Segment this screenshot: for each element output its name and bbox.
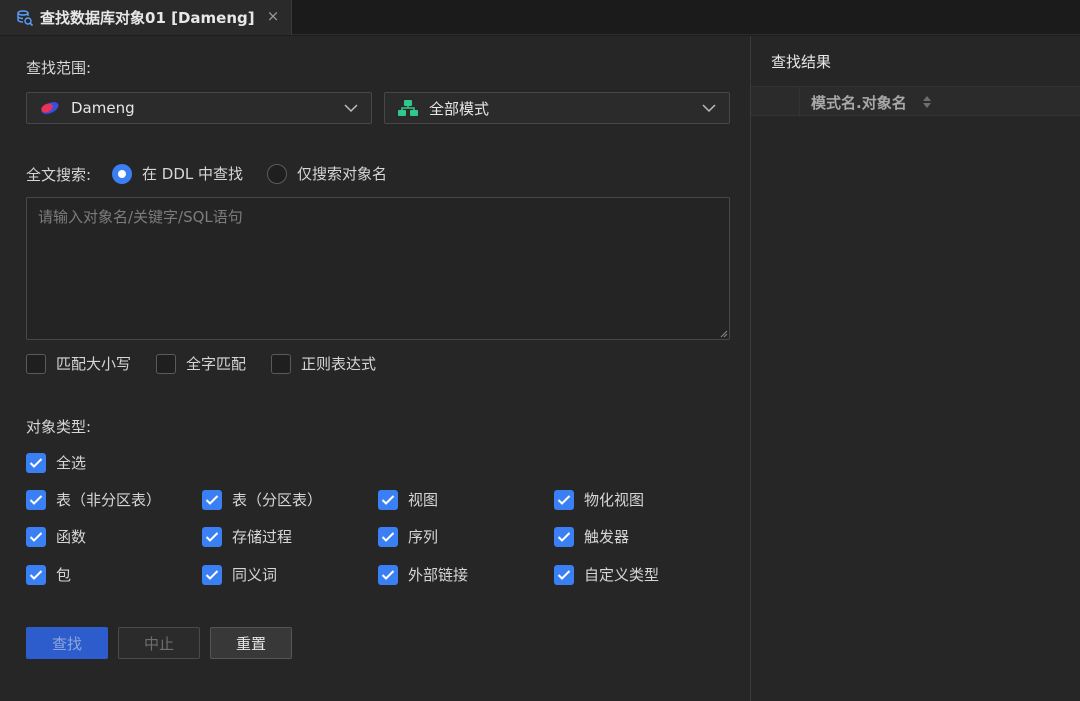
results-table-header: 模式名.对象名	[751, 86, 1080, 117]
datasource-value: Dameng	[71, 99, 135, 117]
checkbox-regex[interactable]: 正则表达式	[271, 353, 376, 374]
chevron-down-icon	[344, 104, 358, 113]
checkbox-external-link[interactable]: 外部链接	[378, 564, 468, 585]
checkbox-procedure[interactable]: 存储过程	[202, 526, 292, 547]
check-icon	[29, 457, 43, 468]
reset-button[interactable]: 重置	[210, 627, 292, 659]
datasource-select[interactable]: Dameng	[26, 92, 372, 124]
check-icon	[205, 494, 219, 505]
column-header-schema-object[interactable]: 模式名.对象名	[811, 92, 907, 113]
radio-label: 仅搜索对象名	[297, 165, 388, 183]
tab-find-db-objects[interactable]: 查找数据库对象01 [Dameng] ×	[0, 0, 292, 35]
check-icon	[557, 569, 571, 580]
checkbox-indicator[interactable]	[554, 564, 574, 585]
radio-object-name-only[interactable]: 仅搜索对象名	[267, 163, 387, 184]
dameng-logo-icon	[41, 102, 59, 114]
column-divider[interactable]	[799, 87, 800, 117]
checkbox-select-all[interactable]: 全选	[26, 452, 86, 473]
checkbox-indicator[interactable]	[202, 564, 222, 585]
search-query-input[interactable]	[26, 197, 730, 340]
checkbox-indicator[interactable]	[378, 564, 398, 585]
check-icon	[381, 569, 395, 580]
checkbox-indicator[interactable]	[378, 489, 398, 510]
checkbox-label: 同义词	[232, 566, 278, 584]
resize-grip-icon[interactable]	[718, 328, 728, 338]
checkbox-label: 函数	[56, 528, 87, 546]
checkbox-label: 物化视图	[584, 491, 645, 509]
checkbox-indicator[interactable]	[554, 489, 574, 510]
tab-bar: 查找数据库对象01 [Dameng] ×	[0, 0, 1080, 35]
schema-tree-icon	[398, 100, 418, 116]
checkbox-indicator[interactable]	[554, 526, 574, 547]
check-icon	[557, 494, 571, 505]
radio-label: 在 DDL 中查找	[142, 165, 243, 183]
radio-indicator[interactable]	[112, 163, 132, 184]
object-types-label: 对象类型:	[26, 418, 92, 436]
checkbox-label: 包	[56, 566, 72, 584]
checkbox-view[interactable]: 视图	[378, 489, 438, 510]
stop-button[interactable]: 中止	[118, 627, 200, 659]
checkbox-label: 表（非分区表）	[56, 491, 162, 509]
checkbox-indicator[interactable]	[156, 353, 176, 374]
checkbox-package[interactable]: 包	[26, 564, 71, 585]
check-icon	[205, 531, 219, 542]
check-icon	[381, 494, 395, 505]
checkbox-label: 全选	[56, 454, 87, 472]
checkbox-indicator[interactable]	[26, 526, 46, 547]
fulltext-label: 全文搜索:	[26, 166, 92, 184]
checkbox-table-nonpartitioned[interactable]: 表（非分区表）	[26, 489, 161, 510]
checkbox-table-partitioned[interactable]: 表（分区表）	[202, 489, 322, 510]
checkbox-trigger[interactable]: 触发器	[554, 526, 629, 547]
checkbox-indicator[interactable]	[202, 526, 222, 547]
checkbox-whole-word[interactable]: 全字匹配	[156, 353, 246, 374]
schema-select[interactable]: 全部模式	[384, 92, 730, 124]
checkbox-indicator[interactable]	[202, 489, 222, 510]
check-icon	[29, 494, 43, 505]
checkbox-label: 自定义类型	[584, 566, 660, 584]
close-icon[interactable]: ×	[265, 8, 281, 24]
schema-value: 全部模式	[429, 99, 490, 118]
checkbox-label: 视图	[408, 491, 439, 509]
checkbox-materialized-view[interactable]: 物化视图	[554, 489, 644, 510]
checkbox-label: 外部链接	[408, 566, 469, 584]
check-icon	[29, 531, 43, 542]
results-title: 查找结果	[771, 53, 832, 71]
checkbox-sequence[interactable]: 序列	[378, 526, 438, 547]
database-search-icon	[17, 9, 34, 26]
checkbox-indicator[interactable]	[26, 564, 46, 585]
checkbox-function[interactable]: 函数	[26, 526, 86, 547]
checkbox-label: 序列	[408, 528, 439, 546]
checkbox-indicator[interactable]	[26, 353, 46, 374]
checkbox-label: 触发器	[584, 528, 630, 546]
checkbox-indicator[interactable]	[26, 452, 46, 473]
checkbox-label: 全字匹配	[186, 355, 247, 373]
check-icon	[29, 569, 43, 580]
checkbox-label: 正则表达式	[301, 355, 377, 373]
chevron-down-icon	[702, 104, 716, 113]
checkbox-custom-type[interactable]: 自定义类型	[554, 564, 659, 585]
checkbox-indicator[interactable]	[26, 489, 46, 510]
sort-icon[interactable]	[921, 95, 933, 109]
checkbox-label: 表（分区表）	[232, 491, 323, 509]
tab-title: 查找数据库对象01 [Dameng]	[40, 9, 255, 27]
check-icon	[557, 531, 571, 542]
radio-search-in-ddl[interactable]: 在 DDL 中查找	[112, 163, 243, 184]
radio-indicator[interactable]	[267, 163, 287, 184]
checkbox-label: 存储过程	[232, 528, 293, 546]
search-scope-label: 查找范围:	[26, 59, 92, 77]
checkbox-indicator[interactable]	[271, 353, 291, 374]
checkbox-indicator[interactable]	[378, 526, 398, 547]
checkbox-match-case[interactable]: 匹配大小写	[26, 353, 131, 374]
checkbox-label: 匹配大小写	[56, 355, 132, 373]
checkbox-synonym[interactable]: 同义词	[202, 564, 277, 585]
check-icon	[381, 531, 395, 542]
search-button[interactable]: 查找	[26, 627, 108, 659]
check-icon	[205, 569, 219, 580]
results-panel: 查找结果 模式名.对象名	[751, 36, 1080, 701]
